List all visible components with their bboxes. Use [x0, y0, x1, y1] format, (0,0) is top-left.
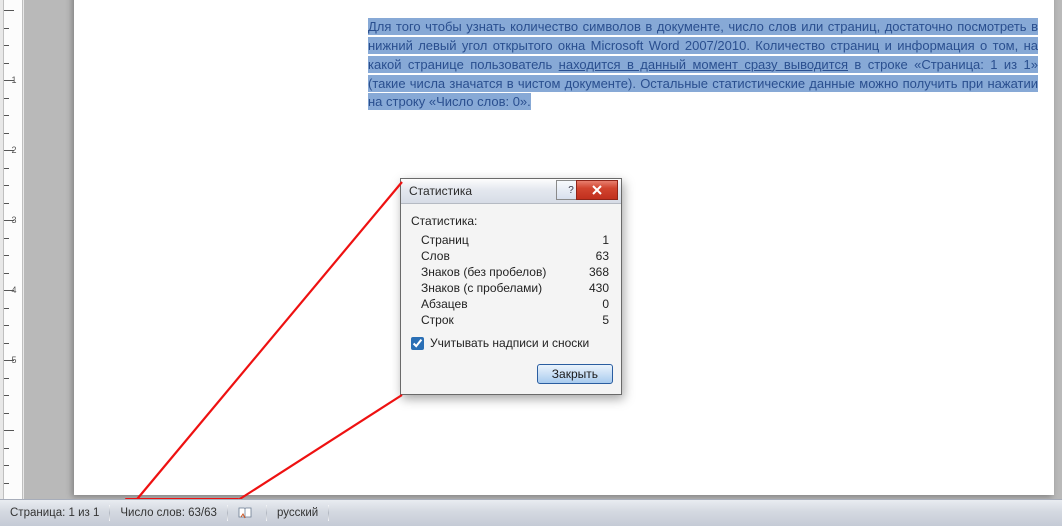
ruler-tick	[4, 255, 9, 256]
ruler-tick	[4, 28, 9, 29]
dialog-titlebar[interactable]: Статистика ?	[401, 179, 621, 204]
stat-label: Знаков (с пробелами)	[421, 281, 542, 295]
stat-value: 368	[589, 265, 609, 279]
stat-label: Страниц	[421, 233, 469, 247]
dialog-footer: Закрыть	[401, 358, 621, 394]
statusbar-page[interactable]: Страница: 1 из 1	[0, 500, 109, 526]
ruler-tick	[4, 413, 9, 414]
statusbar-word-count[interactable]: Число слов: 63/63	[110, 500, 227, 526]
status-bar: Страница: 1 из 1 Число слов: 63/63 русск…	[0, 499, 1062, 526]
ruler-number: 4	[8, 285, 20, 295]
include-textboxes-row[interactable]: Учитывать надписи и сноски	[411, 336, 611, 350]
ruler-tick	[4, 168, 9, 169]
ruler-tick	[4, 308, 9, 309]
ruler-tick	[4, 98, 9, 99]
ruler-track: 1 2 3 4 5	[3, 0, 23, 501]
page-gutter	[24, 0, 74, 500]
ruler-tick	[4, 238, 9, 239]
stat-row: Абзацев 0	[411, 296, 611, 312]
stat-value: 0	[602, 297, 609, 311]
stat-row: Знаков (с пробелами) 430	[411, 280, 611, 296]
close-icon	[591, 185, 603, 195]
ruler-tick	[4, 378, 9, 379]
stat-row: Слов 63	[411, 248, 611, 264]
ruler-tick	[4, 483, 9, 484]
include-textboxes-label: Учитывать надписи и сноски	[430, 336, 589, 350]
stat-row: Знаков (без пробелов) 368	[411, 264, 611, 280]
vertical-ruler: 1 2 3 4 5	[0, 0, 25, 500]
stat-label: Слов	[421, 249, 450, 263]
stats-heading: Статистика:	[411, 214, 611, 228]
ruler-tick	[4, 325, 9, 326]
document-body-text[interactable]: Для того чтобы узнать количество символо…	[368, 18, 1038, 112]
statusbar-proofing[interactable]	[228, 500, 266, 526]
ruler-number: 1	[8, 75, 20, 85]
ruler-tick	[4, 273, 9, 274]
statusbar-language[interactable]: русский	[267, 500, 328, 526]
stat-label: Абзацев	[421, 297, 468, 311]
ruler-tick	[4, 63, 9, 64]
ruler-number: 2	[8, 145, 20, 155]
statistics-dialog: Статистика ? Статистика: Страниц1Слов63З…	[400, 178, 622, 395]
ruler-tick	[4, 203, 9, 204]
dialog-close-button[interactable]: Закрыть	[537, 364, 613, 384]
ruler-tick	[4, 448, 9, 449]
stat-row: Страниц 1	[411, 232, 611, 248]
stat-value: 5	[602, 313, 609, 327]
stat-label: Знаков (без пробелов)	[421, 265, 546, 279]
dialog-close-x-button[interactable]	[576, 180, 618, 200]
statusbar-separator	[328, 505, 329, 521]
stat-label: Строк	[421, 313, 454, 327]
ruler-tick	[4, 45, 9, 46]
ruler-number: 3	[8, 215, 20, 225]
ruler-tick	[4, 343, 9, 344]
proofing-icon	[238, 507, 252, 519]
ruler-tick	[4, 430, 14, 431]
ruler-tick	[4, 115, 9, 116]
selected-text-underlined: находится в данный момент сразу выводитс…	[559, 56, 848, 73]
ruler-tick	[4, 185, 9, 186]
ruler-tick	[4, 465, 9, 466]
ruler-number: 5	[8, 355, 20, 365]
stat-value: 63	[596, 249, 609, 263]
ruler-tick	[4, 395, 9, 396]
stat-value: 1	[602, 233, 609, 247]
ruler-tick	[4, 133, 9, 134]
help-icon: ?	[568, 185, 574, 196]
stat-value: 430	[589, 281, 609, 295]
include-textboxes-checkbox[interactable]	[411, 337, 424, 350]
ruler-tick	[4, 10, 14, 11]
dialog-title: Статистика	[401, 184, 472, 198]
stat-row: Строк 5	[411, 312, 611, 328]
dialog-body: Статистика: Страниц1Слов63Знаков (без пр…	[401, 204, 621, 358]
